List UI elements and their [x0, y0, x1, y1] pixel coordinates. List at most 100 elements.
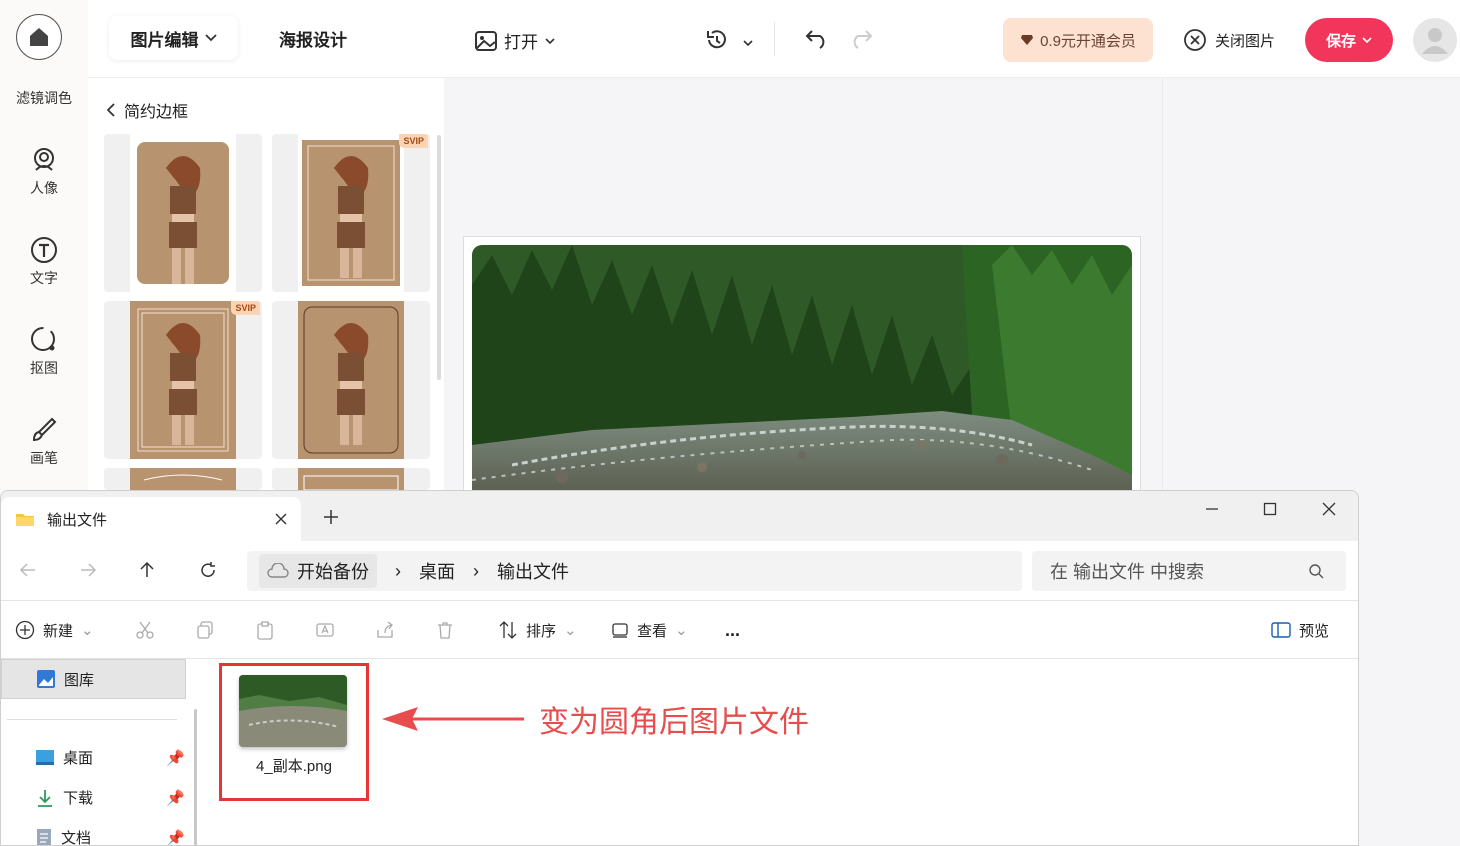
- app-logo[interactable]: [16, 14, 62, 60]
- breadcrumb-separator-icon: ›: [473, 560, 479, 581]
- search-placeholder: 在 输出文件 中搜索: [1050, 562, 1205, 582]
- breadcrumb-backup[interactable]: 开始备份: [297, 558, 369, 584]
- rename-button[interactable]: [315, 601, 335, 659]
- sidebar-desktop-label: 桌面: [63, 750, 94, 767]
- minimize-button[interactable]: [1204, 501, 1220, 520]
- tab-image-edit[interactable]: 图片编辑: [109, 16, 238, 60]
- file-thumbnail[interactable]: [239, 675, 347, 747]
- breadcrumb-output[interactable]: 输出文件: [497, 558, 569, 584]
- sidebar-item-documents[interactable]: 文档 📌: [35, 827, 185, 846]
- chevron-down-icon: ⌄: [81, 622, 94, 639]
- plus-circle-icon: [15, 620, 35, 640]
- refresh-button[interactable]: [199, 561, 217, 582]
- explorer-tab[interactable]: 输出文件: [1, 497, 301, 541]
- pin-icon[interactable]: 📌: [166, 749, 185, 767]
- address-bar[interactable]: 开始备份 › 桌面 › 输出文件: [247, 551, 1022, 591]
- sidebar-gallery-label: 图库: [64, 671, 95, 689]
- back-nav-button[interactable]: [19, 561, 37, 582]
- frame-thumbnail-2[interactable]: SVIP: [272, 134, 430, 292]
- frame-thumbnail-1[interactable]: [104, 134, 262, 292]
- frame-thumbnail-5[interactable]: [104, 468, 262, 490]
- history-button[interactable]: [704, 28, 730, 55]
- right-side-panel: [1162, 78, 1460, 490]
- close-circle-icon: [1184, 29, 1206, 51]
- sort-button[interactable]: 排序 ⌄: [498, 601, 577, 659]
- up-nav-button[interactable]: [138, 561, 156, 582]
- panel-scrollbar[interactable]: [437, 135, 441, 380]
- tool-filter[interactable]: 滤镜调色: [0, 88, 88, 108]
- vip-button[interactable]: 0.9元开通会员: [1003, 18, 1153, 62]
- save-label: 保存: [1325, 32, 1356, 50]
- arrow-up-icon: [140, 561, 154, 577]
- tab-poster-design[interactable]: 海报设计: [279, 26, 347, 51]
- pin-icon[interactable]: 📌: [166, 789, 185, 807]
- chevron-left-icon: [106, 103, 115, 117]
- panel-title: 简约边框: [124, 104, 189, 121]
- back-button[interactable]: 简约边框: [106, 98, 188, 122]
- explorer-sidebar: 图库 桌面 📌 下载 📌 文档 📌: [1, 659, 197, 846]
- tool-brush[interactable]: 画笔: [0, 416, 88, 468]
- copy-icon: [197, 621, 213, 639]
- chevron-down-icon: [545, 37, 555, 44]
- download-icon: [38, 789, 52, 807]
- share-button[interactable]: [375, 601, 395, 659]
- portrait-thumbnail: [130, 134, 236, 292]
- view-button[interactable]: 查看 ⌄: [611, 601, 688, 659]
- frame-thumbnail-3[interactable]: SVIP: [104, 301, 262, 459]
- tool-text[interactable]: 文字: [0, 236, 88, 288]
- forest-river-photo[interactable]: [472, 245, 1132, 495]
- sidebar-item-gallery[interactable]: 图库: [1, 659, 186, 699]
- open-button-label: 打开: [504, 33, 538, 52]
- pin-icon[interactable]: 📌: [166, 829, 185, 846]
- close-image-label: 关闭图片: [1215, 32, 1276, 50]
- avatar[interactable]: [1413, 18, 1457, 62]
- save-button[interactable]: 保存: [1305, 18, 1393, 62]
- search-input[interactable]: 在 输出文件 中搜索: [1032, 551, 1346, 591]
- plus-icon: [324, 510, 338, 524]
- undo-icon: [805, 30, 825, 49]
- forward-nav-button[interactable]: [79, 561, 97, 582]
- gallery-icon: [37, 670, 55, 688]
- undo-button[interactable]: [804, 28, 830, 53]
- explorer-tab-bar: 输出文件: [1, 491, 1358, 541]
- annotation-text: 变为圆角后图片文件: [539, 706, 809, 739]
- sidebar-scrollbar[interactable]: [194, 709, 197, 845]
- new-tab-button[interactable]: [323, 509, 339, 528]
- share-icon: [377, 621, 393, 638]
- trash-icon: [438, 622, 452, 639]
- tool-cutout-label: 抠图: [30, 360, 58, 376]
- text-icon: [31, 237, 57, 263]
- open-button[interactable]: 打开: [474, 28, 556, 53]
- sidebar-item-downloads[interactable]: 下载 📌: [35, 787, 185, 808]
- history-dropdown-icon[interactable]: [742, 34, 754, 50]
- redo-button[interactable]: [848, 28, 874, 53]
- home-icon: [30, 28, 48, 46]
- view-label: 查看: [637, 622, 668, 640]
- delete-button[interactable]: [435, 601, 455, 659]
- tab-image-edit-label: 图片编辑: [130, 30, 199, 50]
- frame-thumbnail-6[interactable]: [272, 468, 430, 490]
- close-window-button[interactable]: [1321, 501, 1337, 520]
- tool-cutout[interactable]: 抠图: [0, 326, 88, 378]
- tool-brush-label: 画笔: [30, 450, 58, 466]
- image-icon: [475, 30, 497, 51]
- sort-icon: [499, 621, 517, 639]
- search-icon: [1309, 564, 1324, 579]
- frame-thumbnail-4[interactable]: [272, 301, 430, 459]
- cut-button[interactable]: [135, 601, 155, 659]
- close-icon: [275, 513, 287, 525]
- scissors-icon: [136, 621, 154, 639]
- new-label: 新建: [43, 622, 74, 640]
- paste-button[interactable]: [255, 601, 275, 659]
- tool-portrait[interactable]: 人像: [0, 146, 88, 198]
- new-button[interactable]: 新建 ⌄: [15, 601, 94, 659]
- maximize-button[interactable]: [1262, 501, 1278, 520]
- close-image-button[interactable]: 关闭图片: [1183, 28, 1275, 52]
- preview-button[interactable]: 预览: [1271, 601, 1329, 659]
- file-name[interactable]: 4_副本.png: [224, 755, 364, 776]
- vip-label: 0.9元开通会员: [1040, 32, 1136, 50]
- copy-button[interactable]: [195, 601, 215, 659]
- sidebar-item-desktop[interactable]: 桌面 📌: [35, 747, 185, 768]
- breadcrumb-desktop[interactable]: 桌面: [419, 558, 455, 584]
- more-button[interactable]: ...: [725, 601, 740, 659]
